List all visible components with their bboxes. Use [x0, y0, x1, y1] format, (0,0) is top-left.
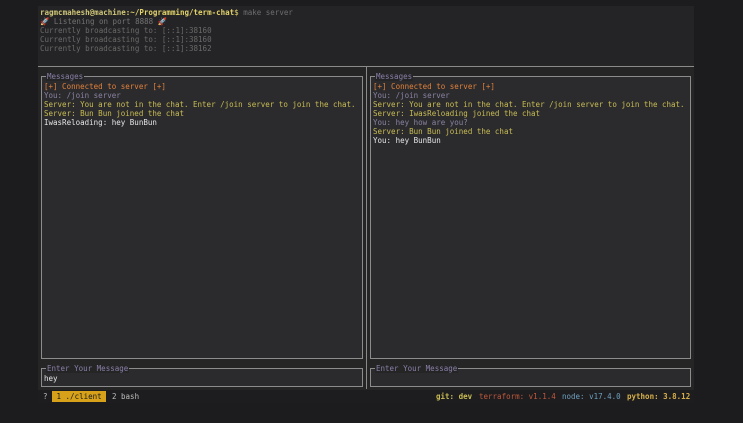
messages-label: Messages: [46, 72, 85, 81]
message-line: IwasReloading: hey BunBun: [44, 118, 157, 127]
message-line: Server: Bun Bun joined the chat: [44, 109, 184, 118]
message-line: You: /join server: [373, 91, 450, 100]
terminal-window: ragmcmahesh@machine:~/Programming/term-c…: [38, 6, 694, 403]
message-line: [+] Connected to server [+]: [44, 82, 166, 91]
tmux-status-bar: ? 1 ./client 2 bash git: dev terraform: …: [38, 390, 694, 403]
git-status: git: dev: [436, 392, 473, 401]
message-line: You: hey how are you?: [373, 118, 468, 127]
shell-prompt-line: ragmcmahesh@machine:~/Programming/term-c…: [40, 8, 293, 17]
message-line: Server: Bun Bun joined the chat: [373, 127, 513, 136]
message-line: You: /join server: [44, 91, 121, 100]
input-label: Enter Your Message: [46, 364, 130, 373]
input-label: Enter Your Message: [375, 364, 459, 373]
help-indicator: ?: [43, 392, 48, 401]
message-line: Server: You are not in the chat. Enter /…: [373, 100, 685, 109]
broadcast-line: Currently broadcasting to: [::1]:38160: [40, 26, 212, 35]
left-messages-box: Messages [+] Connected to server [+] You…: [41, 72, 363, 359]
message-line: Server: IwasReloading joined the chat: [373, 109, 541, 118]
pane-divider-vertical[interactable]: [366, 67, 367, 389]
left-message-input[interactable]: Enter Your Message hey: [41, 364, 363, 387]
server-output: ragmcmahesh@machine:~/Programming/term-c…: [38, 6, 694, 64]
broadcast-line: Currently broadcasting to: [::1]:38160: [40, 35, 212, 44]
tab-window-2[interactable]: 2 bash: [112, 392, 139, 401]
broadcast-line: Currently broadcasting to: [::1]:38162: [40, 44, 212, 53]
terraform-version: terraform: v1.1.4: [479, 392, 556, 401]
right-messages-box: Messages [+] Connected to server [+] You…: [370, 72, 691, 359]
python-version: python: 3.8.12: [627, 392, 691, 401]
message-line: Server: You are not in the chat. Enter /…: [44, 100, 356, 109]
tab-window-1[interactable]: 1 ./client: [52, 391, 107, 402]
listening-line: 🚀 Listening on port 8888 🚀: [40, 17, 168, 26]
message-line: You: hey BunBun: [373, 136, 441, 145]
right-message-input[interactable]: Enter Your Message: [370, 364, 691, 387]
message-line: [+] Connected to server [+]: [373, 82, 495, 91]
messages-label: Messages: [375, 72, 414, 81]
node-version: node: v17.4.0: [562, 392, 621, 401]
input-value[interactable]: hey: [44, 374, 58, 383]
prompt-user: ragmcmahesh@machine: [40, 8, 126, 17]
prompt-path: :~/Programming/term-chat: [125, 8, 235, 17]
prompt-command: make server: [238, 8, 293, 17]
